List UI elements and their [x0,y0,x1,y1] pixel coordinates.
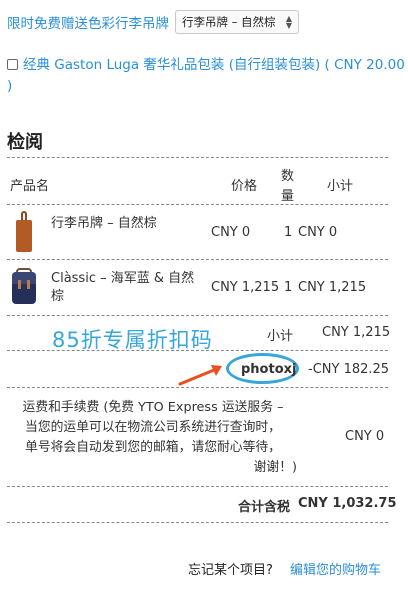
col-price: 价格 [231,179,258,194]
promo-row: 限时免费赠送色彩行李吊牌 行李吊牌 – 自然棕 ▲ ▼ [7,10,299,34]
arrow-icon [178,365,222,386]
item-name-line1: Clàssic – 海军蓝 & 自然 [51,271,195,286]
subtotal-label: 小计 [267,329,294,344]
shipping-description: 运费和手续费 (免费 YTO Express 运送服务 – 当您的运单可以在物流… [7,398,299,478]
divider [7,522,388,523]
col-product: 产品名 [10,179,50,194]
col-qty-line2: 量 [281,189,295,204]
shipping-value: CNY 0 [345,429,385,444]
item-qty: 1 [284,280,293,295]
subtotal-value: CNY 1,215 [322,325,391,340]
total-value: CNY 1,032.75 [298,496,397,511]
item-qty: 1 [284,225,293,240]
shipping-line: 运费和手续费 (免费 YTO Express 运送服务 – [22,400,284,415]
item-price: CNY 1,215 [211,280,280,295]
divider [7,204,388,205]
select-arrows-icon: ▲ ▼ [285,14,292,30]
divider [7,387,388,388]
gift-wrap-label: 经典 Gaston Luga 奢华礼品包装 (自行组装包装) ( CNY 20.… [7,57,405,94]
item-subtotal: CNY 1,215 [298,280,367,295]
item-price: CNY 0 [211,225,251,240]
divider [7,259,388,260]
col-subtotal: 小计 [327,179,354,194]
review-title: 检阅 [7,132,43,153]
discount-value: -CNY 182.25 [308,362,390,377]
tag-color-select[interactable]: 行李吊牌 – 自然棕 ▲ ▼ [175,10,299,34]
luggage-tag-icon [14,211,34,253]
gift-wrap-checkbox[interactable] [7,58,18,70]
divider [7,157,388,158]
item-name: 行李吊牌 – 自然棕 [51,216,157,231]
gift-wrap-option[interactable]: 经典 Gaston Luga 奢华礼品包装 (自行组装包装) ( CNY 20.… [7,55,405,97]
item-name-line2: 棕 [51,289,65,304]
edit-cart-link[interactable]: 编辑您的购物车 [290,559,381,578]
tag-color-select-value: 行李吊牌 – 自然棕 [182,15,276,29]
col-qty-line1: 数 [281,169,295,184]
shipping-line: 谢谢！) [253,460,297,475]
total-label: 合计含税 [238,500,291,515]
shipping-line: 当您的运单可以在物流公司系统进行查询时， [25,420,281,435]
shipping-line: 单号将会自动发到您的邮箱，请您耐心等待， [25,440,281,455]
backpack-icon [12,268,36,304]
divider [7,350,388,351]
divider [7,315,388,316]
forgot-item-text: 忘记某个项目? [188,563,273,578]
free-tag-promo-link[interactable]: 限时免费赠送色彩行李吊牌 [7,12,169,32]
divider [7,486,388,487]
item-subtotal: CNY 0 [298,225,338,240]
coupon-code: photoxj [241,362,297,377]
